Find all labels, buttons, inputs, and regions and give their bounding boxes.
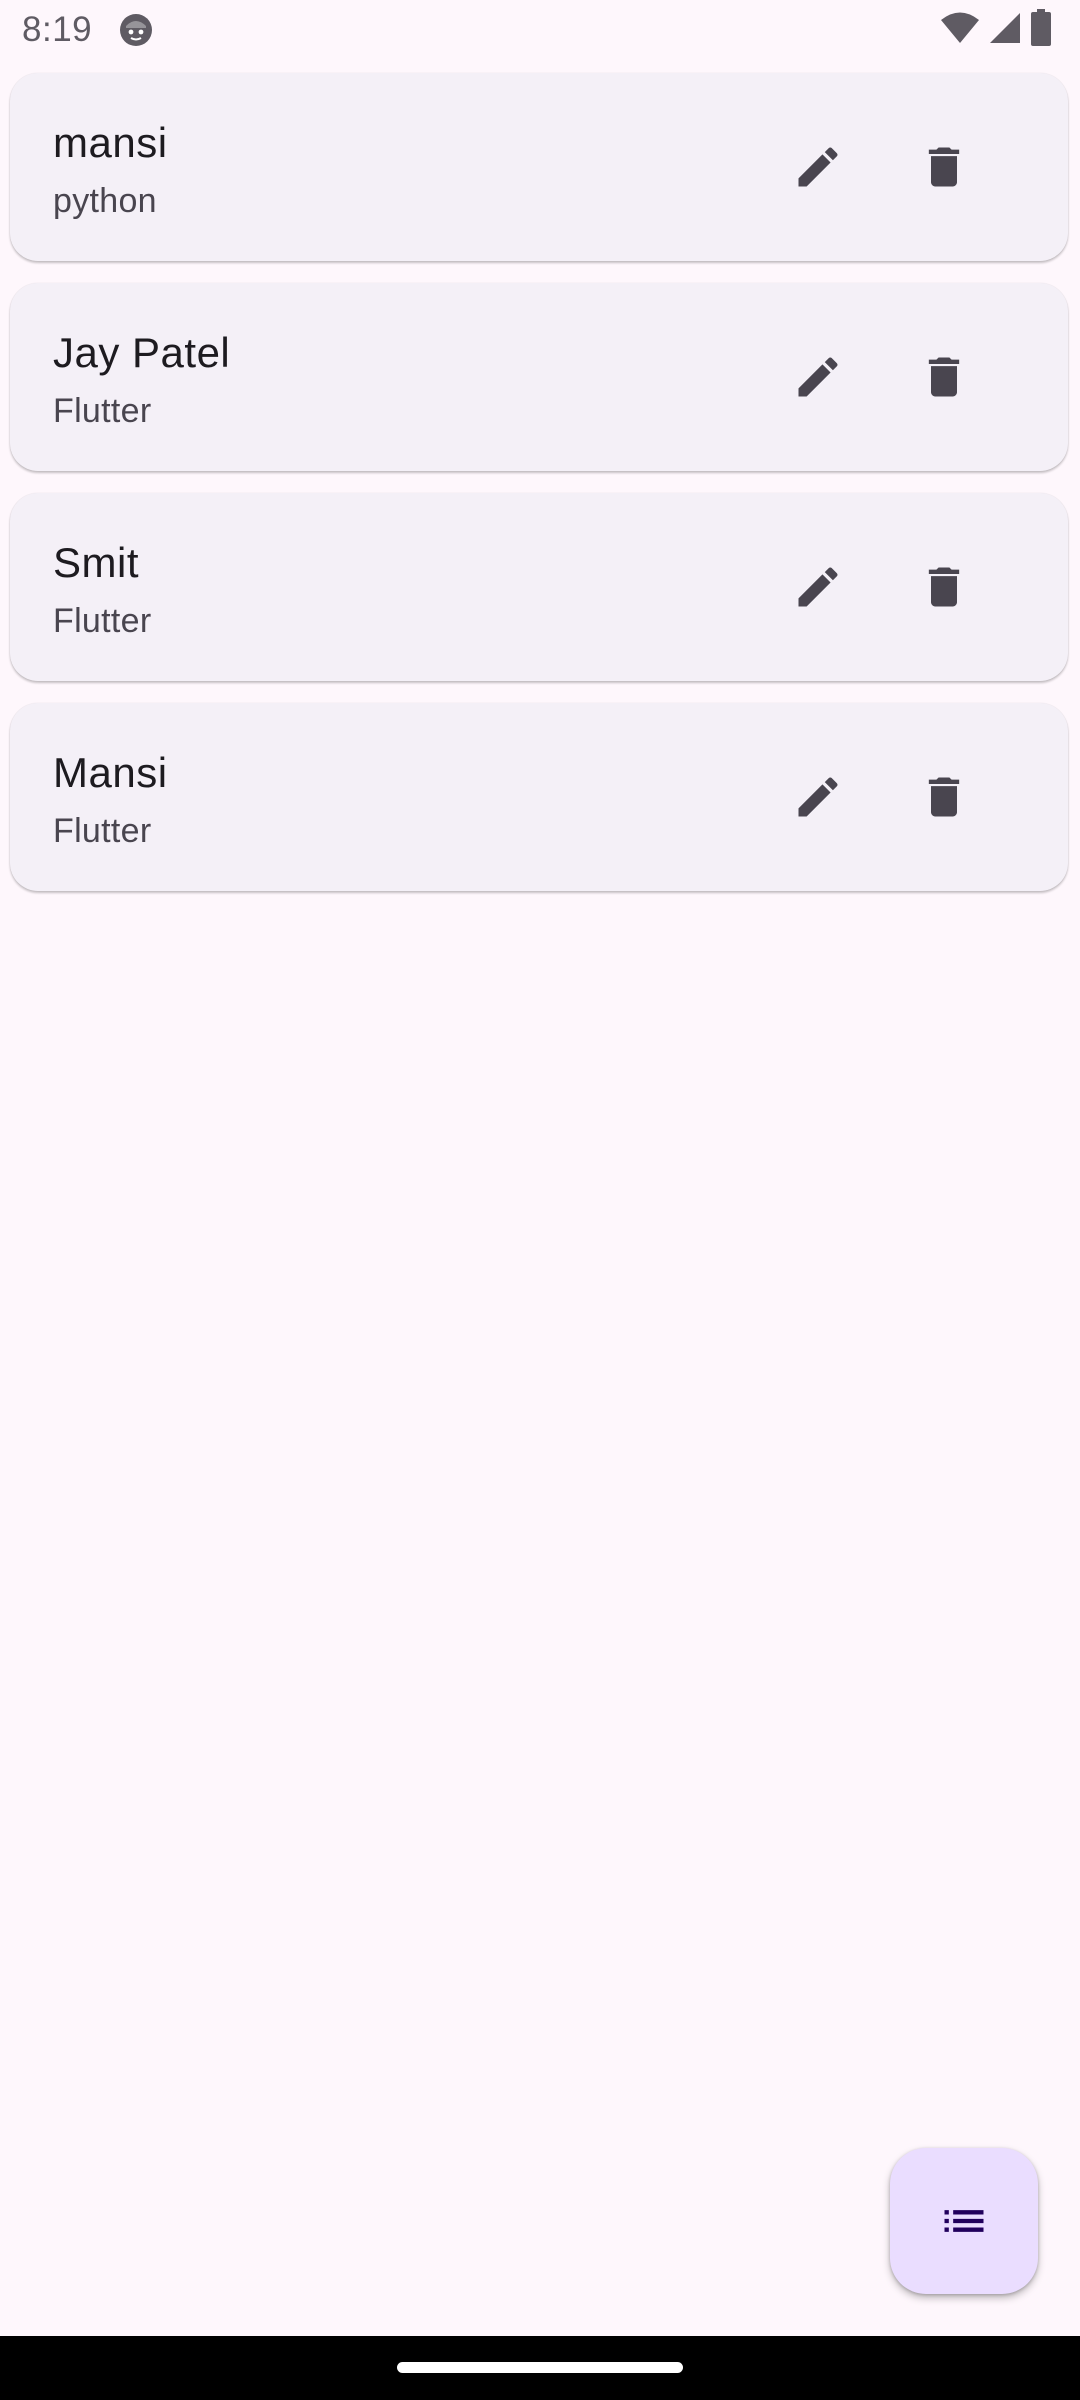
delete-button[interactable] [902, 755, 986, 839]
list-item[interactable]: Mansi Flutter [10, 703, 1068, 891]
pencil-edit-icon [798, 147, 838, 187]
status-bar: 8:19 [0, 0, 1080, 64]
edit-button[interactable] [776, 545, 860, 629]
pencil-edit-icon [798, 777, 838, 817]
item-subtitle: Flutter [53, 602, 152, 640]
item-subtitle: Flutter [53, 812, 152, 850]
trash-delete-icon [928, 147, 960, 187]
edit-button[interactable] [776, 335, 860, 419]
trash-delete-icon [928, 357, 960, 397]
pencil-edit-icon [798, 357, 838, 397]
edit-button[interactable] [776, 755, 860, 839]
item-title: Mansi [53, 749, 168, 796]
list-icon [944, 2210, 984, 2232]
edit-button[interactable] [776, 125, 860, 209]
delete-button[interactable] [902, 545, 986, 629]
delete-button[interactable] [902, 125, 986, 209]
pencil-edit-icon [798, 567, 838, 607]
status-time: 8:19 [22, 10, 93, 49]
item-subtitle: python [53, 182, 157, 220]
status-icons [940, 8, 1052, 52]
list-fab-button[interactable] [890, 2148, 1038, 2294]
item-title: Jay Patel [53, 329, 231, 376]
delete-button[interactable] [902, 335, 986, 419]
list-item[interactable]: mansi python [10, 73, 1068, 261]
list-item[interactable]: Jay Patel Flutter [10, 283, 1068, 471]
cellular-signal-icon [988, 11, 1022, 50]
list-item[interactable]: Smit Flutter [10, 493, 1068, 681]
home-gesture-handle[interactable] [397, 2362, 683, 2373]
battery-icon [1030, 8, 1052, 52]
wifi-icon [940, 11, 980, 50]
trash-delete-icon [928, 567, 960, 607]
app-notification-icon [118, 12, 154, 48]
item-subtitle: Flutter [53, 392, 152, 430]
item-list: mansi python Jay Patel Flutter Smit Flut… [10, 73, 1070, 913]
item-title: mansi [53, 119, 168, 166]
item-title: Smit [53, 539, 139, 586]
trash-delete-icon [928, 777, 960, 817]
navigation-bar [0, 2336, 1080, 2400]
